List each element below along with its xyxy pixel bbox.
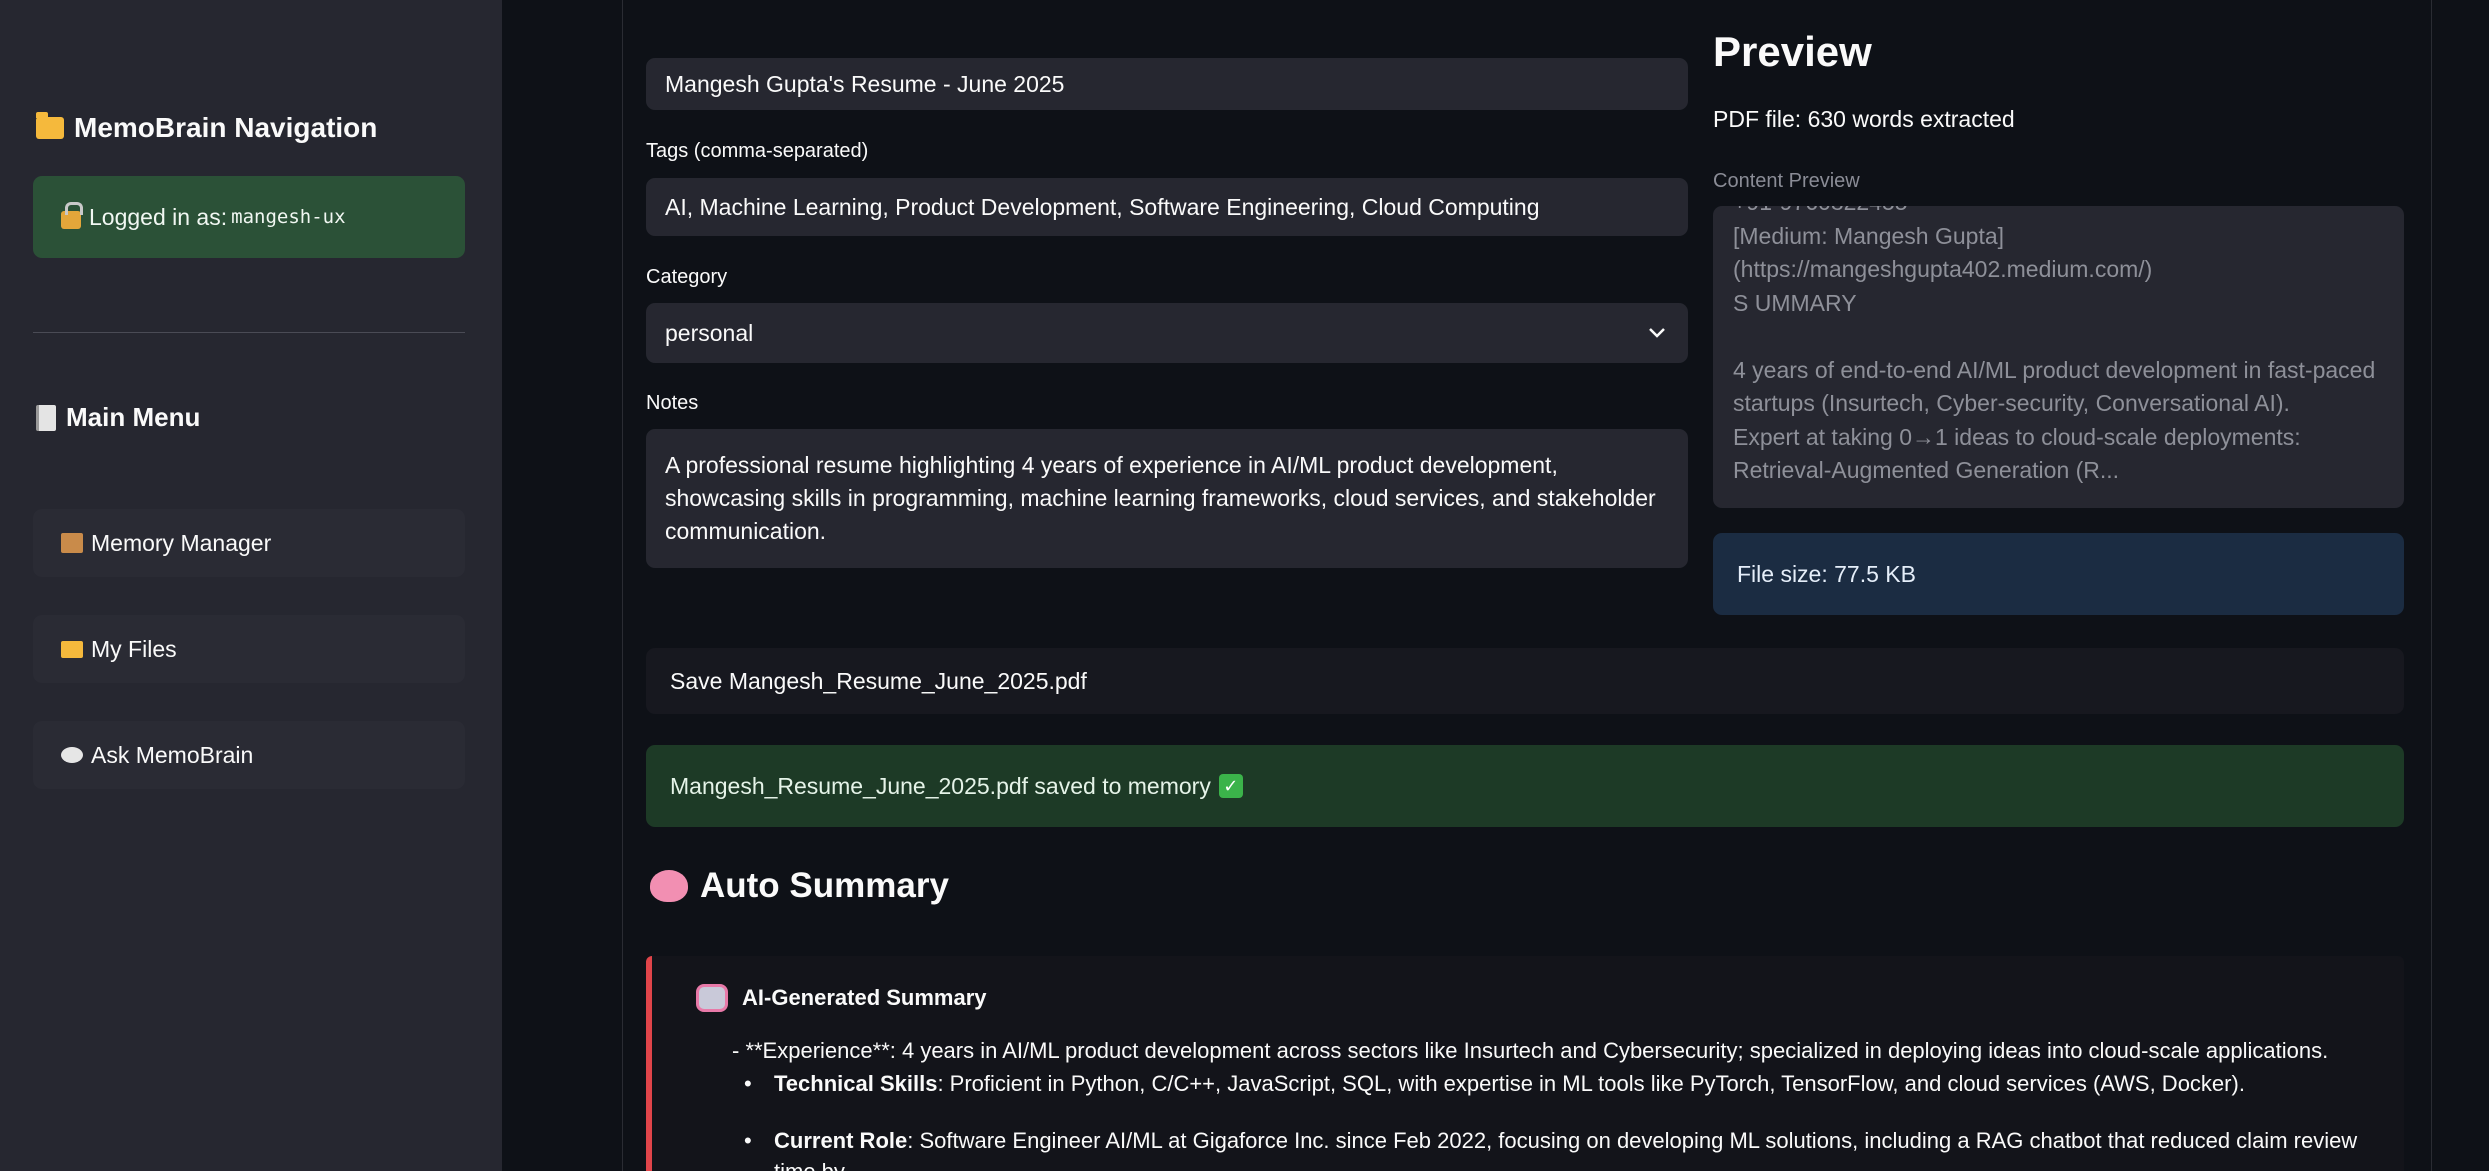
summary-experience-line: - **Experience**: 4 years in AI/ML produ… xyxy=(732,1038,2329,1063)
content-preview-label: Content Preview xyxy=(1713,170,1860,192)
content-preview-textarea[interactable]: +91-9760822455 [Medium: Mangesh Gupta] (… xyxy=(1713,206,2404,508)
speech-bubble-icon xyxy=(61,747,83,763)
preview-line: 4 years of end-to-end AI/ML product deve… xyxy=(1733,356,2376,383)
save-file-button[interactable]: Save Mangesh_Resume_June_2025.pdf xyxy=(646,648,2404,714)
tags-label: Tags (comma-separated) xyxy=(646,140,869,162)
preview-line: (https://mangeshgupta402.medium.com/) xyxy=(1733,256,2153,282)
notes-textarea[interactable]: A professional resume highlighting 4 yea… xyxy=(646,429,1688,568)
preview-line: startups (Insurtech, Cyber-security, Con… xyxy=(1733,390,2290,416)
preview-heading: Preview xyxy=(1713,28,1872,75)
category-label: Category xyxy=(646,266,728,288)
divider xyxy=(33,332,465,333)
tags-input[interactable]: AI, Machine Learning, Product Developmen… xyxy=(646,178,1688,236)
summary-header-text: AI-Generated Summary xyxy=(742,985,987,1010)
saved-success-message: Mangesh_Resume_June_2025.pdf saved to me… xyxy=(646,745,2404,827)
brain-icon xyxy=(650,870,688,902)
preview-line: Expert at taking 0→1 ideas to cloud-scal… xyxy=(1733,423,2301,450)
summary-card: AI-Generated Summary - **Experience**: 4… xyxy=(646,956,2404,1171)
summary-header: AI-Generated Summary xyxy=(696,984,987,1012)
memory-manager-button[interactable]: Memory Manager xyxy=(33,509,465,577)
menu-item-label: My Files xyxy=(91,635,177,662)
list-item: Technical Skills: Proficient in Python, … xyxy=(732,1068,2372,1099)
package-icon xyxy=(61,533,83,553)
menu-item-label: Memory Manager xyxy=(91,529,272,556)
bullet-text: : Proficient in Python, C/C++, JavaScrip… xyxy=(937,1071,2245,1096)
category-value: personal xyxy=(665,319,754,346)
robot-icon xyxy=(696,984,728,1012)
main-menu-title-text: Main Menu xyxy=(66,402,201,432)
chevron-down-icon xyxy=(1649,328,1665,338)
main-menu-title: Main Menu xyxy=(36,402,200,433)
preview-line: [Medium: Mangesh Gupta] xyxy=(1733,222,2005,249)
file-size-info: File size: 77.5 KB xyxy=(1713,533,2404,615)
preview-line: S UMMARY xyxy=(1733,289,1857,316)
bullet-text: : Software Engineer AI/ML at Gigaforce I… xyxy=(774,1128,2358,1171)
title-input[interactable]: Mangesh Gupta's Resume - June 2025 xyxy=(646,58,1688,110)
nav-title-text: MemoBrain Navigation xyxy=(74,112,378,143)
preview-line: Retrieval-Augmented Generation (R... xyxy=(1733,457,2120,483)
auto-summary-title: Auto Summary xyxy=(700,866,949,905)
pdf-info: PDF file: 630 words extracted xyxy=(1713,106,2015,132)
lock-icon xyxy=(61,202,83,229)
check-mark-icon: ✓ xyxy=(1218,774,1243,798)
username: mangesh-ux xyxy=(231,206,346,228)
folder-icon xyxy=(36,112,64,139)
receipt-icon xyxy=(36,404,56,431)
saved-message-text: Mangesh_Resume_June_2025.pdf saved to me… xyxy=(670,772,1211,799)
menu-item-label: Ask MemoBrain xyxy=(91,741,254,768)
list-item: Current Role: Software Engineer AI/ML at… xyxy=(732,1125,2372,1171)
notes-label: Notes xyxy=(646,392,699,414)
preview-line xyxy=(1733,320,2384,354)
nav-title: MemoBrain Navigation xyxy=(36,112,377,144)
bullet-bold: Technical Skills xyxy=(774,1071,938,1096)
logged-in-label: Logged in as: xyxy=(89,203,228,230)
my-files-button[interactable]: My Files xyxy=(33,615,465,683)
ask-memobrain-button[interactable]: Ask MemoBrain xyxy=(33,721,465,789)
sidebar: MemoBrain Navigation Logged in as: mange… xyxy=(0,0,502,1171)
folder-icon xyxy=(61,640,83,658)
bullet-bold: Current Role xyxy=(774,1128,908,1153)
preview-line: +91-9760822455 xyxy=(1733,206,2384,220)
summary-list: Technical Skills: Proficient in Python, … xyxy=(732,1068,2372,1171)
category-select[interactable]: personal xyxy=(646,303,1688,363)
auto-summary-heading: Auto Summary xyxy=(650,866,949,906)
login-status: Logged in as: mangesh-ux xyxy=(33,176,465,258)
